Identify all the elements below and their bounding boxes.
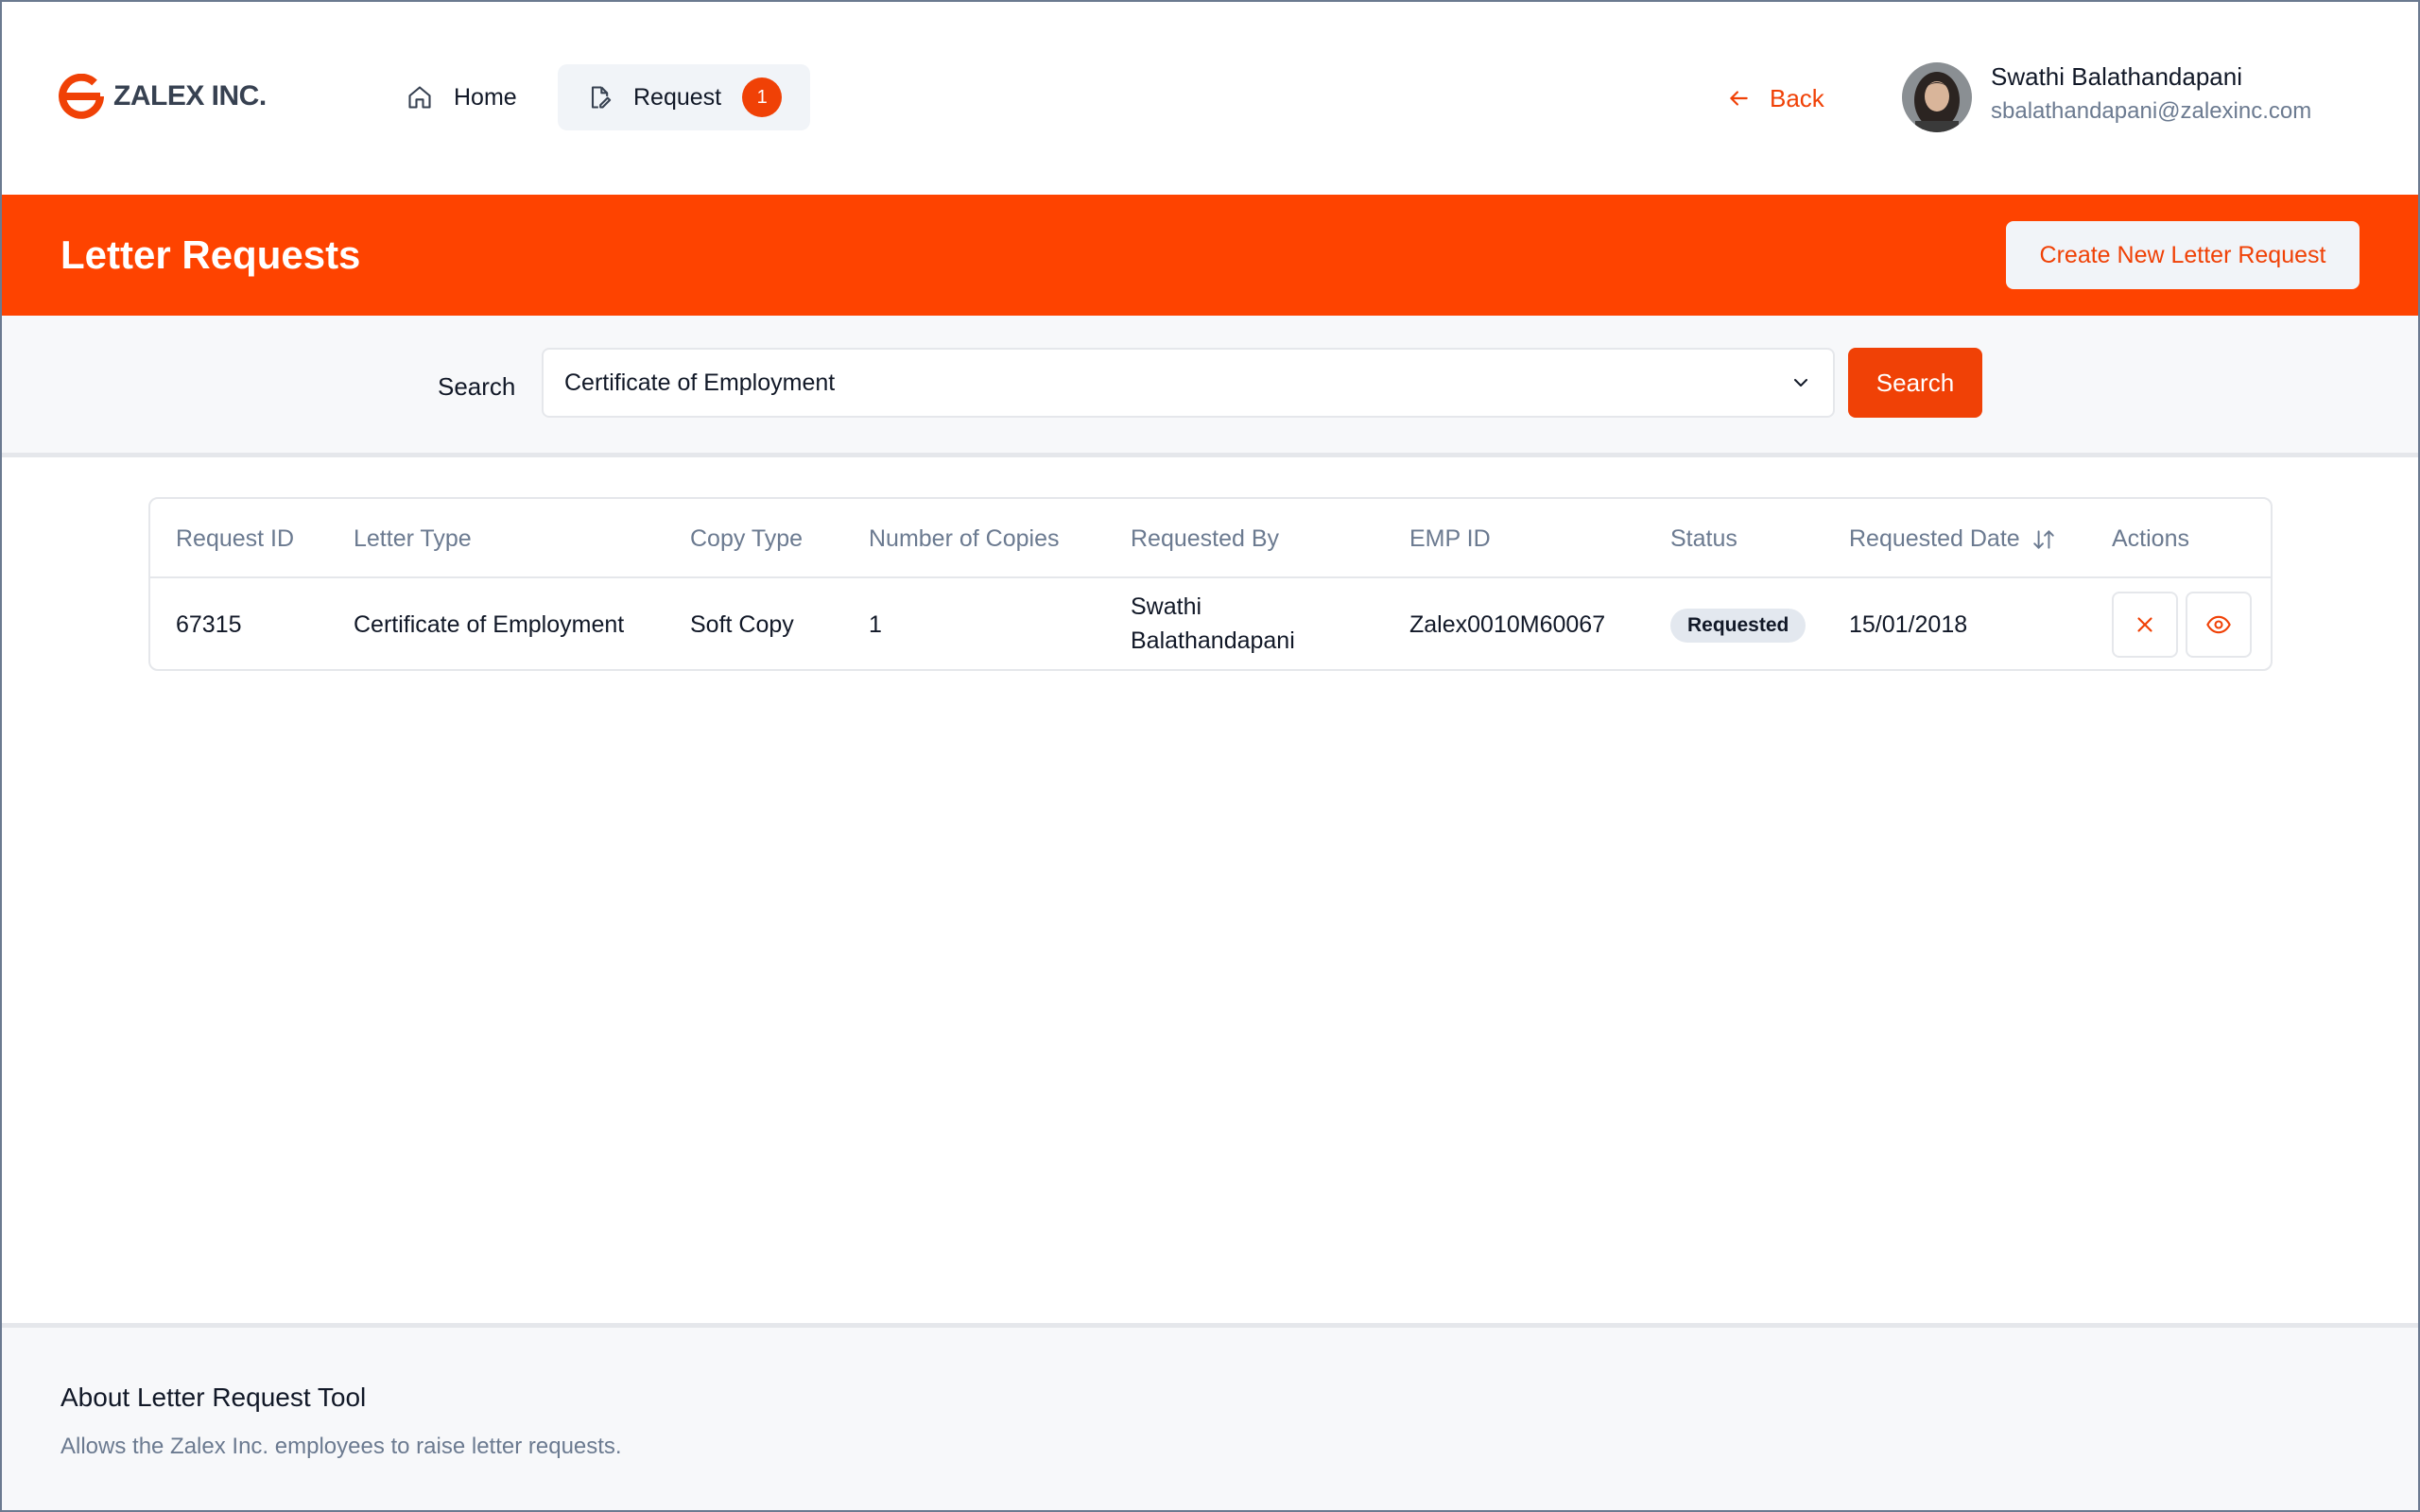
nav-home[interactable]: Home: [378, 64, 545, 130]
chevron-down-icon: [1794, 379, 1807, 387]
letter-type-select-value: Certificate of Employment: [564, 369, 836, 396]
sort-icon[interactable]: [2031, 527, 2056, 552]
cell-requested-by: Swathi Balathandapani: [1131, 593, 1295, 654]
cell-emp-id: Zalex0010M60067: [1409, 611, 1606, 638]
cell-letter-type: Certificate of Employment: [354, 611, 625, 638]
nav-home-label: Home: [454, 83, 517, 111]
column-header-status[interactable]: Status: [1670, 525, 1737, 553]
page-footer: About Letter Request Tool Allows the Zal…: [0, 1323, 2420, 1512]
cell-copies: 1: [869, 611, 882, 638]
nav-request-label: Request: [633, 83, 722, 111]
column-header-requested-by[interactable]: Requested By: [1131, 525, 1279, 553]
brand-logo[interactable]: ZALEX INC.: [59, 74, 267, 119]
user-email: sbalathandapani@zalexinc.com: [1991, 98, 2312, 124]
letter-type-select[interactable]: Certificate of Employment: [542, 348, 1835, 418]
column-header-requested-date[interactable]: Requested Date: [1849, 525, 2056, 553]
zalex-logo-icon: [59, 74, 104, 119]
create-letter-request-button[interactable]: Create New Letter Request: [2006, 221, 2360, 289]
close-icon: [2137, 617, 2152, 632]
column-header-request-id[interactable]: Request ID: [176, 525, 294, 553]
footer-description: Allows the Zalex Inc. employees to raise…: [60, 1434, 622, 1459]
page-title: Letter Requests: [60, 232, 361, 277]
user-avatar-image: [1902, 62, 1972, 132]
cell-requested-date: 15/01/2018: [1849, 611, 1968, 638]
view-request-button[interactable]: [2186, 592, 2252, 658]
user-name: Swathi Balathandapani: [1991, 62, 2242, 91]
cancel-request-button[interactable]: [2112, 592, 2178, 658]
column-header-copy-type[interactable]: Copy Type: [690, 525, 803, 553]
home-icon: [408, 86, 431, 109]
column-header-number-of-copies[interactable]: Number of Copies: [869, 525, 1059, 553]
document-edit-icon: [591, 86, 612, 109]
arrow-left-icon: [1730, 91, 1748, 106]
status-badge: Requested: [1670, 609, 1806, 643]
column-header-letter-type[interactable]: Letter Type: [354, 525, 472, 553]
brand-name: ZALEX INC.: [113, 80, 267, 112]
table-row[interactable]: 67315 Certificate of Employment Soft Cop…: [150, 578, 2271, 671]
table-header: Request ID Letter Type Copy Type Number …: [150, 499, 2271, 578]
top-header: ZALEX INC. Home Request 1 Back Swathi Ba…: [0, 0, 2420, 195]
eye-icon: [2206, 615, 2231, 634]
search-bar: Search Certificate of Employment Search: [0, 316, 2420, 457]
back-button[interactable]: Back: [1726, 79, 1824, 117]
footer-title: About Letter Request Tool: [60, 1383, 367, 1412]
search-label: Search: [438, 372, 516, 401]
nav-request[interactable]: Request 1: [558, 64, 811, 130]
search-button[interactable]: Search: [1848, 348, 1982, 418]
page-banner: Letter Requests Create New Letter Reques…: [0, 195, 2420, 316]
back-label: Back: [1770, 83, 1824, 112]
cell-request-id: 67315: [176, 611, 242, 638]
request-count-badge: 1: [742, 77, 783, 117]
cell-copy-type: Soft Copy: [690, 611, 794, 638]
requested-date-label: Requested Date: [1849, 525, 2020, 552]
requests-table: Request ID Letter Type Copy Type Number …: [148, 497, 2273, 671]
column-header-actions: Actions: [2112, 525, 2189, 552]
avatar[interactable]: [1902, 62, 1972, 132]
column-header-emp-id[interactable]: EMP ID: [1409, 525, 1491, 553]
